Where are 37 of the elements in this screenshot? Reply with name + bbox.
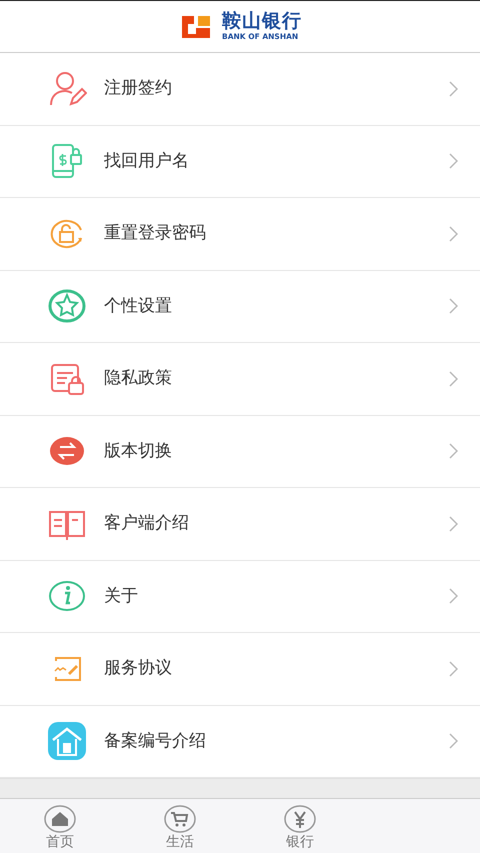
chevron-right-icon — [448, 660, 458, 677]
cart-icon — [164, 803, 196, 835]
menu-label: 服务协议 — [104, 657, 173, 680]
menu-item[interactable]: 隐私政策 — [0, 343, 480, 416]
menu-label: 找回用户名 — [104, 150, 190, 172]
menu-label: 备案编号介绍 — [104, 730, 207, 752]
bank-name: 鞍山银行 — [222, 12, 302, 32]
menu-item[interactable]: 服务协议 — [0, 633, 480, 706]
menu-item[interactable]: 关于 — [0, 560, 480, 633]
menu-label: 客户端介绍 — [104, 512, 190, 535]
menu-item[interactable]: 重置登录密码 — [0, 198, 480, 270]
menu-item[interactable]: 版本切换 — [0, 416, 480, 488]
chevron-right-icon — [448, 733, 458, 750]
menu-label: 注册签约 — [104, 77, 173, 100]
tab-bar-item[interactable]: 生活 — [120, 799, 240, 853]
menu-label: 重置登录密码 — [104, 222, 207, 245]
menu-item[interactable]: 注册签约 — [0, 53, 480, 126]
chevron-right-icon — [448, 443, 458, 460]
chevron-right-icon — [448, 80, 458, 97]
menu-label: 关于 — [104, 584, 139, 608]
menu-label: 版本切换 — [104, 440, 173, 462]
menu-item[interactable]: 找回用户名 — [0, 126, 480, 198]
menu-label: 隐私政策 — [104, 367, 173, 390]
menu-item[interactable]: 客户端介绍 — [0, 488, 480, 560]
menu-item[interactable]: 个性设置 — [0, 270, 480, 343]
chevron-right-icon — [448, 226, 458, 242]
tab-bar-item[interactable]: 银行 — [240, 799, 360, 853]
chevron-right-icon — [448, 588, 458, 604]
chevron-right-icon — [448, 516, 458, 532]
chevron-right-icon — [448, 298, 458, 314]
menu-label: 个性设置 — [104, 294, 173, 318]
tab-bar-item[interactable]: 首页 — [0, 799, 120, 853]
house-icon — [47, 721, 87, 762]
yen-icon — [284, 803, 316, 835]
chevron-right-icon — [448, 370, 458, 387]
chevron-right-icon — [448, 153, 458, 170]
home-icon — [44, 803, 76, 835]
